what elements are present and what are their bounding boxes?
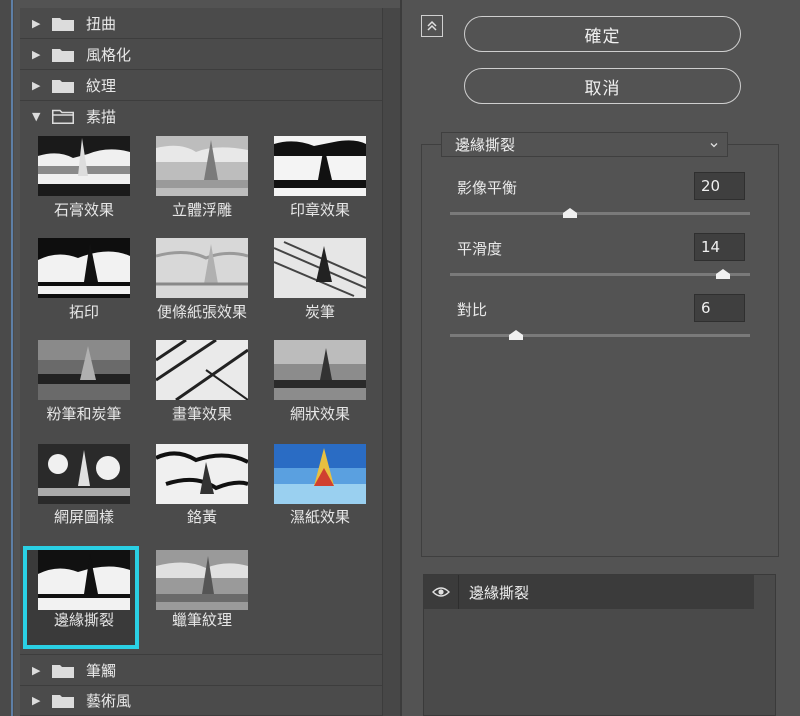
expand-arrow-icon: ▶ [32,78,41,92]
filter-caption: 鉻黃 [186,508,217,526]
image-balance-slider[interactable] [450,212,750,215]
filter-caption: 便條紙張效果 [156,303,247,321]
param-label-smoothness: 平滑度 [457,240,503,258]
thumb-torn-paper[interactable] [38,238,130,298]
thumb-stamp[interactable] [274,136,366,196]
cancel-button[interactable]: 取消 [464,68,741,104]
image-balance-slider-handle[interactable] [563,208,577,218]
left-edge-line [11,0,13,716]
expand-arrow-icon: ▶ [32,47,41,61]
filter-caption: 印章效果 [289,201,350,219]
thumb-torn-edges[interactable] [38,550,130,610]
folder-brush-strokes[interactable]: ▶ 筆觸 [20,654,382,686]
filter-caption: 粉筆和炭筆 [46,405,122,423]
thumb-halftone[interactable] [38,444,130,504]
thumb-conte-crayon[interactable] [156,550,248,610]
folder-icon [52,47,74,62]
contrast-slider[interactable] [450,334,750,337]
left-edge [0,0,14,716]
ok-button[interactable]: 確定 [464,16,741,52]
folder-label: 扭曲 [86,14,117,33]
folder-icon [52,16,74,31]
contrast-input[interactable]: 6 [694,294,745,322]
filter-select-value: 邊緣撕裂 [455,136,516,154]
smoothness-slider[interactable] [450,273,750,276]
folder-label: 紋理 [86,76,117,95]
thumb-reticulation[interactable] [274,340,366,400]
folder-sketch[interactable]: ▼ 素描 [20,101,382,131]
filter-caption: 濕紙效果 [289,508,350,526]
chevron-down-icon [710,142,718,147]
filter-gallery: ▶ 扭曲 ▶ 風格化 ▶ 紋理 ▼ 素描 石膏效果 立體浮雕 印章效果 拓印 便… [20,8,382,716]
filter-caption: 網屏圖樣 [53,508,114,526]
gallery-scrollbar[interactable] [382,8,401,716]
thumb-graphic-pen[interactable] [156,340,248,400]
collapse-gallery-button[interactable] [421,15,443,37]
expand-arrow-icon: ▶ [32,16,41,30]
filter-caption: 拓印 [68,303,99,321]
param-label-image-balance: 影像平衡 [457,179,518,197]
thumb-charcoal[interactable] [274,238,366,298]
folder-texture[interactable]: ▶ 紋理 [20,70,382,101]
filter-caption: 蠟筆紋理 [171,611,232,629]
panel-divider [400,0,402,716]
double-chevron-up-icon [427,20,437,31]
filter-select[interactable]: 邊緣撕裂 [441,132,728,157]
eye-icon[interactable] [424,575,459,609]
thumb-chrome[interactable] [156,444,248,504]
filter-caption: 炭筆 [304,303,335,321]
smoothness-input[interactable]: 14 [694,233,745,261]
contrast-slider-handle[interactable] [509,330,523,340]
smoothness-slider-handle[interactable] [716,269,730,279]
thumb-plaster[interactable] [38,136,130,196]
filter-caption: 石膏效果 [53,201,114,219]
param-label-contrast: 對比 [457,301,488,319]
expand-arrow-icon: ▶ [32,693,41,707]
effect-layer-row[interactable]: 邊緣撕裂 [424,575,754,609]
folder-icon [52,663,74,678]
expand-arrow-icon: ▶ [32,663,41,677]
effect-layers-panel: 邊緣撕裂 [423,574,776,716]
thumb-note-paper[interactable] [156,238,248,298]
folder-icon [52,78,74,93]
filter-caption: 畫筆效果 [171,405,232,423]
folder-label: 藝術風 [86,691,132,710]
thumb-bas-relief[interactable] [156,136,248,196]
effect-layer-name: 邊緣撕裂 [469,583,530,602]
open-folder-icon [52,109,74,124]
folder-label: 筆觸 [86,661,117,680]
thumb-water-paper[interactable] [274,444,366,504]
collapse-arrow-icon: ▼ [32,109,41,123]
filter-caption: 立體浮雕 [171,201,232,219]
filter-settings-panel [421,144,779,557]
thumb-chalk-charcoal[interactable] [38,340,130,400]
folder-artistic[interactable]: ▶ 藝術風 [20,685,382,716]
folder-label: 風格化 [86,45,132,64]
folder-label: 素描 [86,107,117,126]
filter-caption-selected: 邊緣撕裂 [53,611,114,629]
folder-distort[interactable]: ▶ 扭曲 [20,8,382,39]
image-balance-input[interactable]: 20 [694,172,745,200]
folder-icon [52,693,74,708]
filter-caption: 網狀效果 [289,405,350,423]
folder-stylize[interactable]: ▶ 風格化 [20,39,382,70]
